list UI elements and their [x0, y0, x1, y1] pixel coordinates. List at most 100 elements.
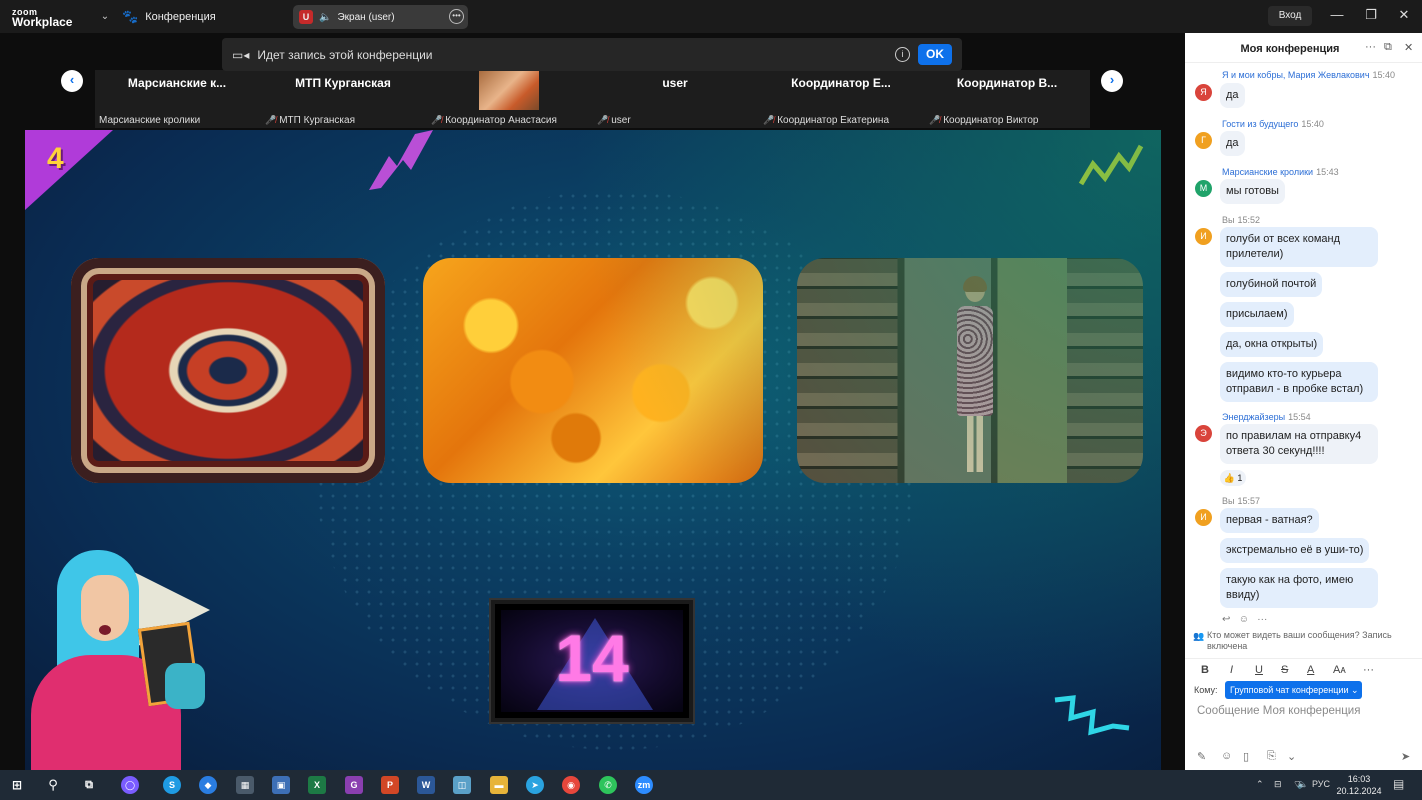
girl-legs — [967, 416, 983, 472]
message-bubble[interactable]: да, окна открыты) — [1220, 332, 1324, 357]
avatar: Г — [1195, 132, 1212, 149]
more-icon[interactable]: ··· — [1365, 41, 1376, 53]
participant-tile[interactable]: user 🎤̸ user — [593, 70, 757, 128]
close-chat-icon[interactable]: ✕ — [1404, 41, 1413, 54]
send-icon[interactable]: ➤ — [1401, 750, 1410, 763]
message-bubble[interactable]: да — [1220, 83, 1245, 108]
sender-name: Я и мои кобры, Мария Жевлакович — [1222, 70, 1370, 80]
message-bubble[interactable]: экстремально её в уши-то) — [1220, 538, 1370, 563]
participant-tile[interactable]: Координатор В... 🎤̸ Координатор Виктор — [925, 70, 1089, 128]
word-icon[interactable]: W — [417, 776, 435, 794]
telegram-icon[interactable]: ➤ — [526, 776, 544, 794]
maximize-icon[interactable]: ❐ — [1361, 7, 1381, 23]
participant-name-text: user — [611, 115, 631, 126]
minimize-icon[interactable]: — — [1327, 7, 1347, 22]
popout-icon[interactable]: ⧉ — [1384, 41, 1392, 54]
tab-screen-share[interactable]: U 🔈 Экран (user) ••• — [293, 5, 468, 29]
font-color-icon[interactable]: A — [1307, 664, 1314, 676]
windows-start-icon[interactable]: ⊞ — [8, 776, 26, 794]
gallery-next-button[interactable]: › — [1101, 70, 1123, 92]
input-language[interactable]: РУС — [1312, 779, 1330, 789]
strikethrough-icon[interactable]: S — [1281, 664, 1288, 676]
zigzag-decoration — [1078, 144, 1144, 186]
message-bubble[interactable]: такую как на фото, имею ввиду) — [1220, 568, 1378, 608]
whatsapp-icon[interactable]: ✆ — [599, 776, 617, 794]
recipient-select[interactable]: Групповой чат конференции ⌄ — [1225, 681, 1362, 699]
avatar: Э — [1195, 425, 1212, 442]
login-button[interactable]: Вход — [1268, 6, 1312, 26]
chat-title: Моя конференция — [1240, 43, 1340, 55]
participant-tile[interactable]: Координатор Е... 🎤̸ Координатор Екатерина — [759, 70, 923, 128]
alice-icon[interactable]: ◯ — [121, 776, 139, 794]
message-bubble[interactable]: мы готовы — [1220, 179, 1285, 204]
app-icon[interactable]: G — [345, 776, 363, 794]
notifications-icon[interactable]: ▤ — [1393, 777, 1404, 791]
message-bubble[interactable]: да — [1220, 131, 1245, 156]
privacy-notice[interactable]: Кто может видеть ваши сообщения? Запись … — [1207, 630, 1417, 652]
participant-tile[interactable]: 🎤̸ Координатор Анастасия — [427, 70, 591, 128]
gallery-prev-button[interactable]: ‹ — [61, 70, 83, 92]
message-sender: Энерджайзеры 15:54 — [1222, 412, 1311, 422]
bold-icon[interactable]: B — [1201, 664, 1209, 676]
image-autumn-leaves — [423, 258, 763, 483]
screenshot-icon[interactable]: ⎘ — [1267, 750, 1276, 763]
participant-tile[interactable]: Марсианские к... Марсианские кролики — [95, 70, 259, 128]
message-bubble[interactable]: голуби от всех команд прилетели) — [1220, 227, 1378, 267]
avatar: И — [1195, 509, 1212, 526]
chevron-down-icon[interactable]: ⌄ — [94, 11, 116, 22]
message-bubble[interactable]: по правилам на отправку4 ответа 30 секун… — [1220, 424, 1378, 464]
comic-woman-illustration — [25, 545, 225, 770]
message-input[interactable]: Сообщение Моя конференция — [1197, 705, 1360, 717]
thumbs-up-reaction[interactable]: 👍 1 — [1220, 470, 1246, 486]
girl-dress — [957, 306, 993, 416]
app-icon[interactable]: ◫ — [453, 776, 471, 794]
app-icon[interactable]: ◆ — [199, 776, 217, 794]
powerpoint-icon[interactable]: P — [381, 776, 399, 794]
message-bubble[interactable]: присылаем) — [1220, 302, 1294, 327]
tab-meeting[interactable]: 🐾 Конференция — [122, 9, 287, 25]
more-actions-icon[interactable]: ··· — [1257, 614, 1267, 623]
calculator-icon[interactable]: ▦ — [236, 776, 254, 794]
zoom-icon[interactable]: zm — [635, 776, 653, 794]
file-icon[interactable]: ▯ — [1243, 750, 1249, 763]
sender-name: Вы — [1222, 496, 1235, 506]
more-options-icon[interactable]: ••• — [449, 9, 464, 24]
network-icon[interactable]: ⊟ — [1274, 779, 1282, 790]
underline-icon[interactable]: U — [1255, 664, 1263, 676]
message-bubble[interactable]: видимо кто-то курьера отправил - в пробк… — [1220, 362, 1378, 402]
italic-icon[interactable]: I — [1230, 664, 1233, 676]
font-size-icon[interactable]: Aᴀ — [1333, 664, 1346, 676]
participant-tile[interactable]: МТП Курганская 🎤̸ МТП Курганская — [261, 70, 425, 128]
tray-up-icon[interactable]: ⌃ — [1256, 779, 1264, 790]
mic-muted-icon: 🎤̸ — [929, 115, 941, 125]
participant-video — [479, 70, 539, 110]
mic-muted-icon: 🎤̸ — [763, 115, 775, 125]
skype-icon[interactable]: S — [163, 776, 181, 794]
participant-name-text: МТП Курганская — [279, 115, 355, 126]
volume-icon[interactable]: 🔈 — [1297, 779, 1308, 790]
message-bubble[interactable]: голубиной почтой — [1220, 272, 1323, 297]
message-sender: Гости из будущего 15:40 — [1222, 119, 1324, 129]
file-explorer-icon[interactable]: ▬ — [490, 776, 508, 794]
close-icon[interactable]: ✕ — [1394, 7, 1414, 23]
ok-button[interactable]: OK — [918, 44, 952, 65]
info-icon[interactable]: i — [895, 47, 910, 62]
reply-icon[interactable]: ↩ — [1222, 614, 1230, 623]
message-time: 15:43 — [1316, 167, 1339, 177]
message-time: 15:52 — [1237, 215, 1261, 225]
message-bubble[interactable]: первая - ватная? — [1220, 508, 1319, 533]
search-icon[interactable]: ⚲ — [44, 776, 62, 794]
app-icon[interactable]: ▣ — [272, 776, 290, 794]
chat-messages: Я и мои кобры, Мария Жевлакович 15:40 Я д… — [1185, 63, 1422, 623]
emoji-react-icon[interactable]: ☺ — [1239, 614, 1249, 623]
emoji-icon[interactable]: ☺ — [1221, 750, 1232, 762]
more-format-icon[interactable]: ··· — [1363, 664, 1374, 676]
chrome-icon[interactable]: ◉ — [562, 776, 580, 794]
tab-screen-label: Экран (user) — [337, 11, 395, 23]
chevron-down-icon[interactable]: ⌄ — [1287, 750, 1296, 763]
task-view-icon[interactable]: ⧉ — [80, 776, 98, 794]
format-toggle-icon[interactable]: ✎ — [1197, 750, 1206, 763]
system-clock[interactable]: 16:03 20.12.2024 — [1336, 773, 1382, 797]
participant-name: 🎤̸ Координатор Екатерина — [763, 115, 889, 126]
excel-icon[interactable]: X — [308, 776, 326, 794]
